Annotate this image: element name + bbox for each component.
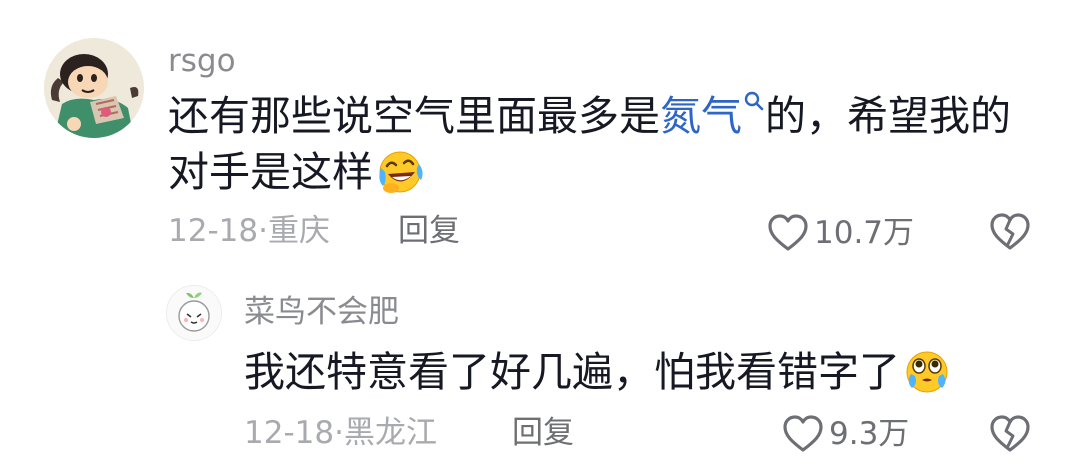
- reply-meta: 12-18·黑龙江: [244, 418, 437, 449]
- comment-location: 重庆: [267, 213, 330, 249]
- teary-eyed-emoji-icon: [906, 351, 948, 393]
- reply-to-reply-button[interactable]: 回复: [512, 418, 574, 449]
- heart-outline-icon: [783, 415, 823, 452]
- meta-separator: ·: [258, 213, 268, 249]
- reply-button[interactable]: 回复: [398, 216, 460, 247]
- search-icon[interactable]: [743, 90, 765, 112]
- comment-thread: rsgo 还有那些说空气里面最多是氮气 的，希望我的 对手是这样 12-18·重庆…: [0, 0, 1080, 465]
- reply-text-part: 我还特意看了好几遍，怕我看错字了: [244, 348, 900, 396]
- sprout-character-avatar-icon: [167, 286, 221, 340]
- comment-text-part: 的，希望我的: [765, 92, 1011, 140]
- like-count: 10.7万: [814, 214, 915, 251]
- reply-location: 黑龙江: [343, 415, 437, 451]
- reply-text: 我还特意看了好几遍，怕我看错字了: [244, 342, 952, 402]
- laughing-crying-emoji-icon: [379, 151, 423, 193]
- comment-username[interactable]: rsgo: [168, 46, 236, 77]
- broken-heart-icon[interactable]: [988, 414, 1032, 454]
- reply-date: 12-18: [244, 415, 335, 451]
- comment-text-part: 对手是这样: [168, 148, 373, 196]
- comment-date: 12-18: [168, 213, 259, 249]
- comment-text-line-1: 还有那些说空气里面最多是氮气 的，希望我的: [168, 86, 1011, 146]
- heart-outline-icon: [768, 214, 808, 251]
- cartoon-avatar-icon: [44, 38, 144, 138]
- reply-username[interactable]: 菜鸟不会肥: [244, 297, 399, 328]
- search-keyword-link[interactable]: 氮气: [660, 92, 742, 140]
- like-button[interactable]: 10.7万: [766, 213, 914, 253]
- user-avatar[interactable]: [44, 38, 144, 138]
- reply-like-count: 9.3万: [829, 415, 910, 452]
- broken-heart-icon[interactable]: [988, 212, 1032, 252]
- comment-text-part: 还有那些说空气里面最多是: [168, 92, 660, 140]
- comment-meta: 12-18·重庆: [168, 216, 330, 247]
- meta-separator: ·: [334, 415, 344, 451]
- comment-text-line-2: 对手是这样: [168, 142, 425, 202]
- reply-user-avatar[interactable]: [166, 285, 222, 341]
- reply-like-button[interactable]: 9.3万: [781, 414, 909, 454]
